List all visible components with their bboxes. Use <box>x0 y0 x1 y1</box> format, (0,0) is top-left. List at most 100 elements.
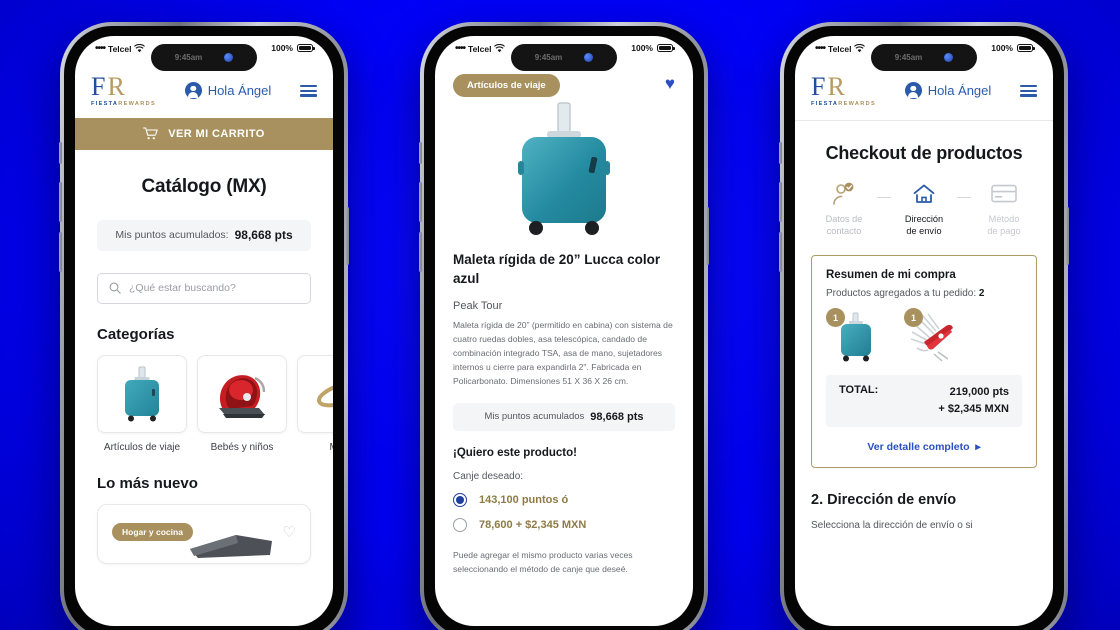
wifi-icon <box>134 44 146 53</box>
phone3-volume-up-button[interactable] <box>779 182 782 222</box>
user-check-icon <box>811 180 877 208</box>
newest-heading: Lo más nuevo <box>97 474 198 492</box>
product-card[interactable]: Hogar y cocina ♡ <box>97 503 311 564</box>
checkout-stepper: Datos de contacto Dirección de envío Mét… <box>795 164 1053 238</box>
redemption-option-mixed[interactable]: 78,600 + $2,345 MXN <box>435 507 693 532</box>
points-value: 98,668 pts <box>234 228 293 243</box>
category-list: Artículos de viaje Bebés y niños <box>75 354 333 453</box>
summary-heading: Resumen de mi compra <box>826 269 956 282</box>
radio-selected-icon[interactable] <box>453 492 467 507</box>
redemption-label: Canje deseado: <box>453 470 524 482</box>
want-product-heading: ¡Quiero este producto! <box>453 446 577 459</box>
credit-card-icon <box>971 180 1037 208</box>
total-label: TOTAL: <box>839 384 879 397</box>
redemption-option-points[interactable]: 143,100 puntos ó <box>435 482 693 507</box>
phone2-power-button[interactable] <box>706 207 709 265</box>
stepper-rule <box>877 196 891 198</box>
home-icon <box>891 180 957 208</box>
phone1-bezel: 9:45am •••• Telcel 100% FR FIESTAREWARDS… <box>64 26 344 630</box>
phone3-app: FR FIESTAREWARDS Hola Ángel Checkout de … <box>795 66 1053 626</box>
heart-outline-icon[interactable]: ♡ <box>283 523 296 541</box>
page-title: Catálogo (MX) <box>141 175 267 197</box>
menu-icon[interactable] <box>1020 85 1037 97</box>
avatar-icon <box>184 82 202 100</box>
phone1-volume-down-button[interactable] <box>59 232 62 272</box>
summary-item[interactable]: 1 <box>904 308 960 362</box>
phone1-screen: 9:45am •••• Telcel 100% FR FIESTAREWARDS… <box>75 36 333 626</box>
category-label: Mone <box>297 442 333 453</box>
signal-dots-icon: •••• <box>455 43 466 54</box>
phone3-bezel: 9:45am •••• Telcel 100% FR FIESTAREWARDS… <box>784 26 1064 630</box>
categories-heading: Categorías <box>97 325 175 343</box>
car-seat-icon <box>219 374 266 418</box>
phone1-mute-button[interactable] <box>59 142 62 164</box>
section-heading: 2. Dirección de envío <box>811 492 957 509</box>
view-full-detail-label: Ver detalle completo <box>867 441 970 454</box>
phone2-volume-up-button[interactable] <box>419 182 422 222</box>
cart-icon <box>143 127 159 140</box>
suitcase-icon <box>125 366 159 422</box>
product-brand: Peak Tour <box>453 300 503 313</box>
summary-count: 2 <box>978 288 985 300</box>
account-greeting[interactable]: Hola Ángel <box>904 82 991 100</box>
app-header: FR FIESTAREWARDS Hola Ángel <box>795 66 1053 118</box>
clock-time: 9:45am <box>894 53 923 62</box>
ring-icon <box>317 380 333 407</box>
category-card-travel[interactable]: Artículos de viaje <box>97 354 187 453</box>
phone3-mute-button[interactable] <box>779 142 782 164</box>
dynamic-island: 9:45am <box>511 44 617 71</box>
option-label: 143,100 puntos ó <box>479 493 569 506</box>
step-shipping-address[interactable]: Dirección de envío <box>891 180 957 238</box>
account-greeting[interactable]: Hola Ángel <box>184 82 271 100</box>
phone3-volume-down-button[interactable] <box>779 232 782 272</box>
phone1-power-button[interactable] <box>346 207 349 265</box>
stepper-rule <box>957 196 971 198</box>
radio-unselected-icon[interactable] <box>453 517 467 532</box>
category-tile <box>197 354 287 433</box>
brand-logo[interactable]: FR FIESTAREWARDS <box>91 74 156 108</box>
product-category-chip: Hogar y cocina <box>112 522 193 541</box>
page-title: Checkout de productos <box>825 142 1023 163</box>
activity-indicator-icon <box>584 53 594 62</box>
phone1-volume-up-button[interactable] <box>59 182 62 222</box>
app-header: FR FIESTAREWARDS Hola Ángel <box>75 66 333 118</box>
view-cart-label: VER MI CARRITO <box>168 127 265 140</box>
search-input[interactable]: ¿Qué estar buscando? <box>97 272 311 304</box>
dynamic-island: 9:45am <box>151 44 257 71</box>
phone3-screen: 9:45am •••• Telcel 100% FR FIESTAREWARDS… <box>795 36 1053 626</box>
step-contact-data[interactable]: Datos de contacto <box>811 180 877 238</box>
phone-product-detail: 9:45am •••• Telcel 100% Artículos de via… <box>419 22 709 630</box>
phone3-power-button[interactable] <box>1066 207 1069 265</box>
category-card-money[interactable]: Mone <box>297 354 333 453</box>
battery-percent-label: 100% <box>271 43 293 53</box>
phone2-screen: 9:45am •••• Telcel 100% Artículos de via… <box>435 36 693 626</box>
clock-time: 9:45am <box>534 53 563 62</box>
section-text: Selecciona la dirección de envío o si <box>811 520 973 532</box>
category-tile <box>297 354 333 433</box>
step-caption: Datos de contacto <box>825 213 863 237</box>
activity-indicator-icon <box>224 53 234 62</box>
battery-percent-label: 100% <box>631 43 653 53</box>
brand-logo[interactable]: FR FIESTAREWARDS <box>811 74 876 108</box>
category-card-babies[interactable]: Bebés y niños <box>197 354 287 453</box>
view-cart-button[interactable]: VER MI CARRITO <box>75 117 333 150</box>
points-label: Mis puntos acumulados <box>484 411 585 423</box>
order-summary-card: Resumen de mi compra Productos agregados… <box>811 255 1037 469</box>
step-caption: Método de pago <box>987 213 1021 237</box>
step-payment-method[interactable]: Método de pago <box>971 180 1037 238</box>
signal-dots-icon: •••• <box>95 43 106 54</box>
view-full-detail-link[interactable]: Ver detalle completo ▸ <box>826 441 1022 453</box>
carrier-label: Telcel <box>108 43 132 54</box>
heart-filled-icon[interactable]: ♥ <box>665 74 675 94</box>
summary-items: 1 1 <box>826 308 1022 362</box>
category-label: Artículos de viaje <box>103 441 181 453</box>
summary-subtitle-text: Productos agregados a tu pedido: <box>826 288 977 300</box>
category-pill[interactable]: Artículos de viaje <box>453 74 560 97</box>
carrier-label: Telcel <box>468 43 492 54</box>
battery-icon <box>1017 43 1035 53</box>
phone2-mute-button[interactable] <box>419 142 422 164</box>
activity-indicator-icon <box>944 53 954 62</box>
phone2-volume-down-button[interactable] <box>419 232 422 272</box>
summary-item[interactable]: 1 <box>826 308 882 362</box>
menu-icon[interactable] <box>300 85 317 97</box>
